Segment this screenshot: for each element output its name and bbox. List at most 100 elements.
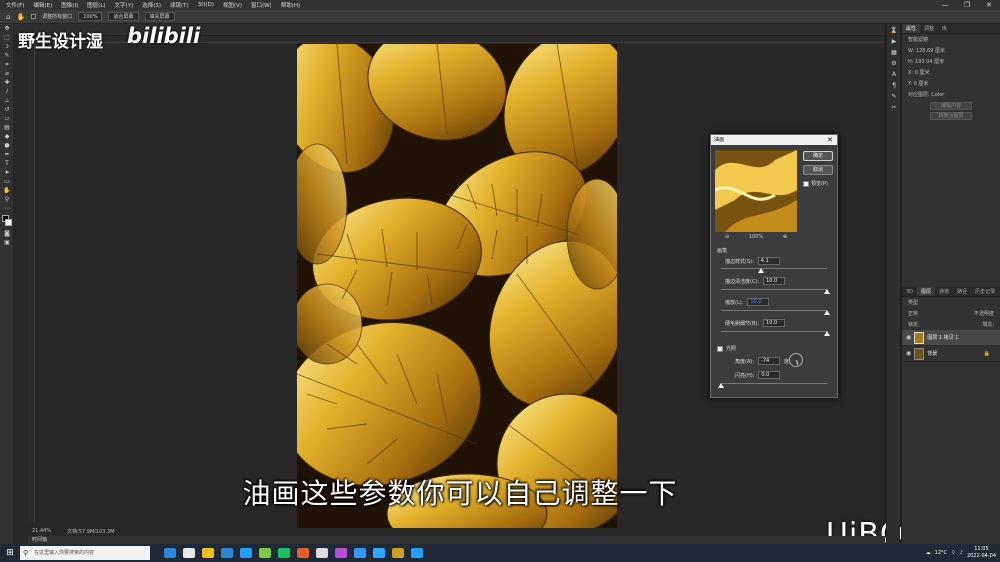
ok-button[interactable]: 确定 bbox=[803, 151, 833, 161]
taskbar-app-icon[interactable] bbox=[372, 548, 385, 558]
preview-checkbox[interactable] bbox=[803, 180, 809, 187]
menu-file[interactable]: 文件(F) bbox=[6, 1, 24, 9]
fit-screen-button[interactable]: 适合屏幕 bbox=[108, 12, 139, 21]
tab-paths[interactable]: 路径 bbox=[953, 287, 971, 296]
color-swatches[interactable] bbox=[0, 213, 13, 229]
y-field[interactable]: Y: 0 厘米 bbox=[902, 78, 1000, 89]
hand-tool-icon[interactable]: ✋ bbox=[16, 13, 25, 21]
dialog-close-icon[interactable]: ✕ bbox=[827, 135, 837, 145]
filter-preview[interactable] bbox=[715, 150, 797, 232]
swatches-panel-icon[interactable]: ▦ bbox=[887, 48, 901, 57]
layer-kind-filter[interactable]: 类型 bbox=[908, 299, 918, 306]
eyedropper-tool-icon[interactable]: ⌀ bbox=[0, 69, 14, 78]
taskbar-app-icon[interactable] bbox=[258, 548, 271, 558]
taskbar-app-icon[interactable] bbox=[220, 548, 233, 558]
menu-help[interactable]: 帮助(H) bbox=[281, 1, 300, 9]
status-zoom[interactable]: 21.44% bbox=[32, 528, 51, 536]
bristle-detail-input[interactable]: 10.0 bbox=[763, 319, 786, 327]
bristle-detail-slider[interactable] bbox=[721, 331, 827, 332]
clone-panel-icon[interactable]: ✂ bbox=[887, 103, 901, 112]
brush-tool-icon[interactable]: ∕ bbox=[0, 87, 14, 96]
menu-3d[interactable]: 3D(D) bbox=[198, 2, 214, 8]
bristle-detail-slider-knob[interactable] bbox=[824, 331, 830, 336]
taskbar-app-icon[interactable] bbox=[277, 548, 290, 558]
minimize-button[interactable]: — bbox=[934, 0, 956, 10]
pen-tool-icon[interactable]: ✒ bbox=[0, 150, 14, 159]
fill-screen-button[interactable]: 填充屏幕 bbox=[144, 12, 175, 21]
shape-tool-icon[interactable]: ▭ bbox=[0, 177, 14, 186]
cleanliness-slider[interactable] bbox=[721, 289, 827, 290]
brush-panel-icon[interactable]: ✎ bbox=[887, 92, 901, 101]
volume-icon[interactable]: ♪ bbox=[960, 550, 963, 556]
taskbar-app-icon[interactable] bbox=[410, 548, 423, 558]
properties-panel-icon[interactable]: ⚙ bbox=[887, 59, 901, 68]
zoom-100-button[interactable]: 100% bbox=[78, 12, 103, 21]
lasso-tool-icon[interactable]: ↄ bbox=[0, 42, 14, 51]
zoom-in-icon[interactable]: ⊕ bbox=[783, 234, 787, 240]
scale-slider[interactable] bbox=[721, 310, 827, 311]
width-field[interactable]: W: 128.69 厘米 bbox=[902, 45, 1000, 56]
cleanliness-input[interactable]: 10.0 bbox=[763, 277, 786, 285]
weather-temp[interactable]: 12°C bbox=[935, 550, 947, 556]
taskbar-search-box[interactable]: ⚲ 在这里输入你要搜索的内容 bbox=[20, 546, 150, 560]
stylization-input[interactable]: 4.1 bbox=[757, 257, 780, 265]
visibility-eye-icon[interactable]: ◉ bbox=[906, 350, 911, 357]
stamp-tool-icon[interactable]: ⊥ bbox=[0, 96, 14, 105]
maximize-button[interactable]: ❐ bbox=[956, 0, 978, 10]
menu-select[interactable]: 选择(S) bbox=[142, 1, 161, 9]
eraser-tool-icon[interactable]: ▱ bbox=[0, 114, 14, 123]
weather-icon[interactable]: ☁ bbox=[926, 550, 931, 556]
zoom-tool-icon[interactable]: ⚲ bbox=[0, 195, 14, 204]
tab-3d[interactable]: 3D bbox=[902, 287, 917, 296]
layer-name[interactable]: 背景 bbox=[927, 350, 937, 357]
gradient-tool-icon[interactable]: ▤ bbox=[0, 123, 14, 132]
tab-properties[interactable]: 属性 bbox=[902, 24, 921, 33]
tab-history[interactable]: 历史记录 bbox=[971, 287, 999, 296]
menu-filter[interactable]: 滤镜(T) bbox=[170, 1, 189, 9]
marquee-tool-icon[interactable]: ⬚ bbox=[0, 33, 14, 42]
shine-slider-knob[interactable] bbox=[718, 383, 724, 388]
windows-start-icon[interactable]: ⊞ bbox=[0, 548, 20, 558]
character-panel-icon[interactable]: A bbox=[887, 70, 901, 79]
hand-tool-icon[interactable]: ✋ bbox=[0, 186, 14, 195]
taskbar-app-icon[interactable] bbox=[239, 548, 252, 558]
x-field[interactable]: X: 0 厘米 bbox=[902, 67, 1000, 78]
crop-tool-icon[interactable]: ⌗ bbox=[0, 60, 14, 69]
path-select-tool-icon[interactable]: ➤ bbox=[0, 168, 14, 177]
lighting-checkbox[interactable] bbox=[717, 345, 723, 352]
stylization-slider[interactable] bbox=[721, 268, 827, 269]
menu-window[interactable]: 窗口(W) bbox=[251, 1, 272, 9]
timeline-panel-tab[interactable]: 时间轴 bbox=[28, 536, 885, 544]
background-color[interactable] bbox=[5, 219, 12, 226]
clock[interactable]: 11:05 2022-04-04 bbox=[967, 546, 996, 560]
healing-tool-icon[interactable]: ✚ bbox=[0, 78, 14, 87]
menu-type[interactable]: 文字(Y) bbox=[115, 1, 134, 9]
close-button[interactable]: ✕ bbox=[978, 0, 1000, 10]
history-panel-icon[interactable]: ⌛ bbox=[887, 26, 901, 35]
blur-tool-icon[interactable]: ◆ bbox=[0, 132, 14, 141]
type-tool-icon[interactable]: T bbox=[0, 159, 14, 168]
tab-adjustments[interactable]: 调整 bbox=[920, 24, 938, 33]
move-tool-icon[interactable]: ✥ bbox=[0, 24, 14, 33]
history-brush-tool-icon[interactable]: ↺ bbox=[0, 105, 14, 114]
stylization-slider-knob[interactable] bbox=[758, 268, 765, 273]
opacity-label[interactable]: 不透明度 bbox=[974, 310, 994, 317]
home-icon[interactable]: ⌂ bbox=[6, 13, 10, 21]
convert-to-layers-button[interactable]: 转换为图层 bbox=[930, 112, 972, 120]
quick-select-tool-icon[interactable]: ✎ bbox=[0, 51, 14, 60]
layer-row-background[interactable]: ◉ 背景 🔒 bbox=[902, 346, 1000, 362]
scale-input[interactable]: 10.0 bbox=[747, 298, 770, 306]
blend-mode-select[interactable]: 正常 bbox=[908, 310, 918, 317]
taskbar-app-icon[interactable] bbox=[182, 548, 195, 558]
document-image[interactable] bbox=[297, 44, 617, 528]
menu-edit[interactable]: 编辑(E) bbox=[33, 1, 52, 9]
angle-input[interactable]: -74 bbox=[758, 357, 781, 365]
network-icon[interactable]: ⌔ bbox=[951, 550, 956, 556]
zoom-out-icon[interactable]: ⊖ bbox=[725, 234, 729, 240]
menu-layer[interactable]: 图层(L) bbox=[87, 1, 105, 9]
paragraph-panel-icon[interactable]: ¶ bbox=[887, 81, 901, 90]
shine-input[interactable]: 0.0 bbox=[758, 371, 781, 379]
taskbar-app-icon[interactable] bbox=[334, 548, 347, 558]
edit-contents-button[interactable]: 编辑内容 bbox=[930, 102, 972, 110]
fill-label[interactable]: 填充: bbox=[982, 321, 994, 328]
